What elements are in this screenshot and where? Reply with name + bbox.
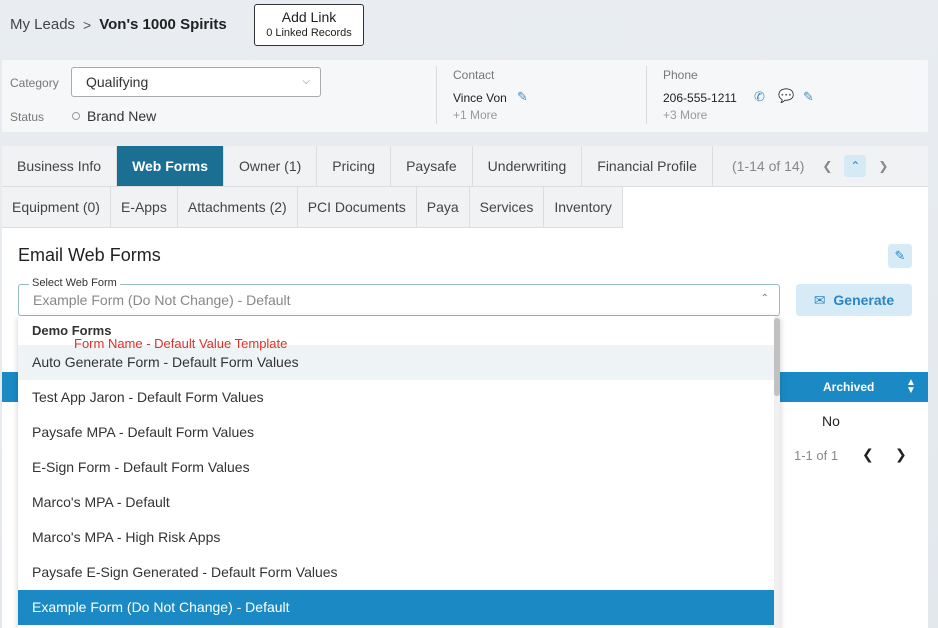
dropdown-option[interactable]: Paysafe E-Sign Generated - Default Form … [18, 555, 774, 590]
dropdown-option[interactable]: Marco's MPA - Default [18, 485, 774, 520]
tab-attachments[interactable]: Attachments (2) [178, 187, 298, 227]
archived-cell: No [822, 413, 840, 429]
category-value: Qualifying [86, 74, 149, 90]
category-label: Category [10, 76, 59, 90]
contact-label: Contact [453, 68, 495, 82]
add-link-label: Add Link [281, 9, 337, 25]
table-pager-count: 1-1 of 1 [794, 448, 839, 463]
linked-records-count: 0 Linked Records [266, 27, 352, 39]
chevron-up-icon: ⌃ [760, 293, 769, 304]
tab-services[interactable]: Services [470, 187, 545, 227]
section-title: Email Web Forms [18, 245, 161, 265]
envelope-icon: ✉ [813, 292, 826, 308]
divider [646, 66, 647, 124]
dropdown-option[interactable]: Marco's MPA - High Risk Apps [18, 520, 774, 555]
chevron-left-icon[interactable]: ❮ [862, 446, 874, 463]
generate-button[interactable]: ✉ Generate [796, 284, 912, 316]
dropdown-scrollbar-thumb[interactable] [774, 318, 780, 396]
divider [436, 66, 437, 124]
breadcrumb: My Leads > Von's 1000 Spirits [10, 16, 227, 33]
web-form-dropdown: Demo Forms Auto Generate Form - Default … [18, 316, 780, 628]
chevron-down-icon: ⌵ [302, 76, 310, 87]
generate-label: Generate [833, 292, 895, 308]
status-label: Status [10, 110, 45, 124]
contact-more-link[interactable]: +1 More [453, 108, 497, 122]
tab-inventory[interactable]: Inventory [544, 187, 623, 227]
edit-icon[interactable]: ✎ [888, 244, 912, 268]
category-select[interactable]: Qualifying ⌵ [71, 67, 321, 97]
dropdown-scrollbar[interactable] [774, 316, 780, 628]
status-value: Brand New [87, 108, 157, 124]
phone-more-link[interactable]: +3 More [663, 108, 707, 122]
tab-business-info[interactable]: Business Info [2, 146, 118, 186]
tab-financial-profile[interactable]: Financial Profile [582, 146, 713, 186]
tab-e-apps[interactable]: E-Apps [111, 187, 178, 227]
web-form-select-value: Example Form (Do Not Change) - Default [33, 292, 291, 308]
dropdown-option[interactable]: E-Sign Form - Default Form Values [18, 450, 774, 485]
tab-paysafe[interactable]: Paysafe [391, 146, 473, 186]
tab-pager-count: (1-14 of 14) [732, 158, 805, 174]
breadcrumb-current: Von's 1000 Spirits [99, 16, 227, 33]
contact-name[interactable]: Vince Von [453, 91, 507, 105]
tab-owner[interactable]: Owner (1) [224, 146, 318, 186]
edit-pencil-icon[interactable]: ✎ [803, 89, 814, 105]
dropdown-option-selected[interactable]: Example Form (Do Not Change) - Default [18, 590, 774, 625]
tab-bar-row2: Equipment (0) E-Apps Attachments (2) PCI… [2, 187, 623, 228]
archived-column-header[interactable]: Archived [823, 380, 874, 394]
status-dot-icon [72, 112, 80, 120]
tab-pci-documents[interactable]: PCI Documents [298, 187, 417, 227]
tab-pager: (1-14 of 14) ❮ ⌃ ❯ [732, 146, 894, 186]
web-form-select-legend: Select Web Form [29, 277, 120, 289]
sort-icon[interactable]: ▲ ▼ [906, 378, 916, 396]
chevron-left-icon[interactable]: ❮ [816, 155, 838, 177]
dropdown-option[interactable]: Test App Jaron - Default Form Values [18, 380, 774, 415]
chat-bubble-icon[interactable]: 💬 [778, 88, 794, 104]
chevron-right-icon[interactable]: ❯ [872, 155, 894, 177]
tab-web-forms[interactable]: Web Forms [117, 146, 225, 186]
tab-pricing[interactable]: Pricing [317, 146, 392, 186]
phone-number[interactable]: 206-555-1211 [663, 91, 737, 105]
add-link-button[interactable]: Add Link 0 Linked Records [254, 4, 364, 46]
phone-label: Phone [663, 68, 698, 82]
breadcrumb-separator: > [83, 16, 92, 33]
chevron-right-icon[interactable]: ❯ [895, 446, 907, 463]
double-chevron-up-icon[interactable]: ⌃ [844, 155, 867, 177]
tab-paya[interactable]: Paya [417, 187, 470, 227]
form-annotation: Form Name - Default Value Template [74, 336, 288, 351]
dropdown-option[interactable]: Paysafe MPA - Default Form Values [18, 415, 774, 450]
edit-pencil-icon[interactable]: ✎ [517, 89, 528, 105]
lead-info-bar: Category Qualifying ⌵ Status Brand New C… [2, 60, 928, 132]
tab-underwriting[interactable]: Underwriting [473, 146, 583, 186]
web-form-select[interactable]: Select Web Form Example Form (Do Not Cha… [18, 277, 780, 316]
tab-equipment[interactable]: Equipment (0) [2, 187, 111, 227]
breadcrumb-parent-link[interactable]: My Leads [10, 16, 75, 33]
phone-call-icon[interactable]: ✆ [754, 89, 765, 105]
